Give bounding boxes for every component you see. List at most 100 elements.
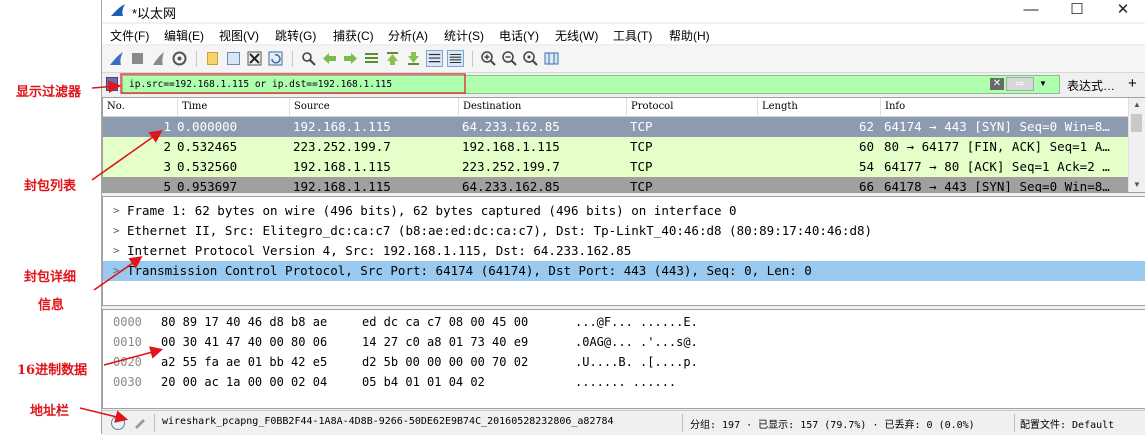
expand-arrow-icon[interactable]: >: [113, 261, 120, 281]
menu-view[interactable]: 视图(V): [219, 27, 259, 44]
packet-list-scrollbar[interactable]: ▲ ▼: [1128, 98, 1145, 192]
packet-row[interactable]: 3 0.532560 192.168.1.115 223.252.199.7 TCP 54…: [103, 157, 1129, 177]
zoom-out-icon[interactable]: [501, 50, 518, 67]
autoscroll-icon[interactable]: [426, 50, 443, 67]
annotation-packet-list: 封包列表: [24, 179, 77, 194]
hex-ascii[interactable]: .U....B. .[....p.: [575, 352, 698, 372]
expand-arrow-icon[interactable]: >: [113, 241, 120, 261]
expand-arrow-icon[interactable]: >: [113, 201, 120, 221]
maximize-button[interactable]: ☐: [1054, 0, 1100, 22]
capture-comment-icon[interactable]: [132, 415, 148, 431]
restart-capture-icon[interactable]: [150, 50, 167, 67]
minimize-button[interactable]: —: [1008, 0, 1054, 22]
menu-tools[interactable]: 工具(T): [613, 27, 652, 44]
hex-bytes-second[interactable]: ed dc ca c7 08 00 45 00: [362, 312, 528, 332]
go-forward-icon[interactable]: [342, 50, 359, 67]
menu-wireless[interactable]: 无线(W): [555, 27, 598, 44]
status-file-name: wireshark_pcapng_F0BB2F44-1A8A-4D8B-9266…: [162, 416, 614, 427]
packet-cell-info: 64174 → 443 [SYN] Seq=0 Win=8…: [884, 119, 1110, 134]
packet-bytes-pane: 0000 80 89 17 40 46 d8 b8 ae ed dc ca c7 0…: [102, 309, 1145, 409]
menu-edit[interactable]: 编辑(E): [164, 27, 204, 44]
hex-row: 0020 a2 55 fa ae 01 bb 42 e5 d2 5b 00 00 0…: [103, 352, 1143, 372]
menu-statistics[interactable]: 统计(S): [444, 27, 484, 44]
hex-ascii[interactable]: ...@F... ......E.: [575, 312, 698, 332]
hex-offset[interactable]: 0000: [113, 312, 142, 332]
colorize-icon[interactable]: [447, 50, 464, 67]
details-tree-item[interactable]: > Frame 1: 62 bytes on wire (496 bits), 6…: [103, 201, 1145, 221]
packet-cell-no: 3: [163, 159, 171, 174]
packet-row[interactable]: 5 0.953697 192.168.1.115 64.233.162.85 TCP 66…: [103, 177, 1129, 193]
hex-bytes-first[interactable]: 00 30 41 47 40 00 80 06: [161, 332, 327, 352]
display-filter-input[interactable]: ip.src==192.168.1.115 or ip.dst==192.168…: [122, 75, 1060, 94]
filter-history-dropdown-icon[interactable]: ▼: [1036, 77, 1050, 91]
hex-ascii[interactable]: .0AG@... .'...s@.: [575, 332, 698, 352]
expert-info-icon[interactable]: [110, 415, 126, 431]
hex-ascii[interactable]: ....... ......: [575, 372, 676, 392]
column-header-protocol[interactable]: Protocol: [626, 98, 757, 116]
zoom-in-icon[interactable]: [480, 50, 497, 67]
scroll-down-icon[interactable]: ▼: [1129, 178, 1145, 192]
close-file-icon[interactable]: [246, 50, 263, 67]
status-profile[interactable]: 配置文件: Default: [1020, 416, 1114, 431]
packet-list-header: No. Time Source Destination Protocol Len…: [103, 98, 1129, 117]
column-header-source[interactable]: Source: [289, 98, 458, 116]
hex-offset[interactable]: 0030: [113, 372, 142, 392]
packet-cell-length: 60: [858, 139, 874, 154]
zoom-normal-icon[interactable]: [522, 50, 539, 67]
filter-expression-button[interactable]: 表达式…: [1067, 77, 1115, 94]
packet-cell-destination: 64.233.162.85: [462, 119, 560, 134]
menu-help[interactable]: 帮助(H): [669, 27, 710, 44]
menu-go[interactable]: 跳转(G): [275, 27, 316, 44]
close-button[interactable]: ✕: [1100, 0, 1145, 22]
hex-bytes-second[interactable]: 05 b4 01 01 04 02: [362, 372, 485, 392]
go-last-icon[interactable]: [405, 50, 422, 67]
menu-telephony[interactable]: 电话(Y): [499, 27, 539, 44]
reload-file-icon[interactable]: [267, 50, 284, 67]
menu-analyze[interactable]: 分析(A): [388, 27, 428, 44]
details-tree-item[interactable]: > Transmission Control Protocol, Src Port…: [103, 261, 1145, 281]
stop-capture-icon[interactable]: [129, 50, 146, 67]
resize-columns-icon[interactable]: [543, 50, 560, 67]
packet-cell-source: 192.168.1.115: [293, 179, 391, 193]
details-tree-label: Ethernet II, Src: Elitegro_dc:ca:c7 (b8:…: [127, 223, 873, 238]
packet-cell-source: 223.252.199.7: [293, 139, 391, 154]
packet-cell-protocol: TCP: [630, 159, 653, 174]
column-header-no[interactable]: No.: [103, 98, 177, 116]
filter-apply-button[interactable]: ⇨: [1006, 77, 1034, 91]
go-first-icon[interactable]: [384, 50, 401, 67]
menu-capture[interactable]: 捕获(C): [333, 27, 374, 44]
column-header-destination[interactable]: Destination: [458, 98, 626, 116]
scrollbar-thumb[interactable]: [1131, 114, 1142, 132]
hex-bytes-first[interactable]: 80 89 17 40 46 d8 b8 ae: [161, 312, 327, 332]
main-toolbar: [102, 46, 1145, 73]
hex-bytes-second[interactable]: 14 27 c0 a8 01 73 40 e9: [362, 332, 528, 352]
menu-bar: 文件(F) 编辑(E) 视图(V) 跳转(G) 捕获(C) 分析(A) 统计(S…: [102, 24, 1145, 44]
packet-cell-time: 0.532560: [177, 159, 238, 174]
column-header-time[interactable]: Time: [177, 98, 289, 116]
hex-bytes-first[interactable]: a2 55 fa ae 01 bb 42 e5: [161, 352, 327, 372]
details-tree-item[interactable]: > Internet Protocol Version 4, Src: 192.1…: [103, 241, 1145, 261]
open-file-icon[interactable]: [204, 50, 221, 67]
hex-bytes-second[interactable]: d2 5b 00 00 00 00 70 02: [362, 352, 528, 372]
capture-options-icon[interactable]: [171, 50, 188, 67]
details-tree-item[interactable]: > Ethernet II, Src: Elitegro_dc:ca:c7 (b8…: [103, 221, 1145, 241]
save-file-icon[interactable]: [225, 50, 242, 67]
go-back-icon[interactable]: [321, 50, 338, 67]
column-header-info[interactable]: Info: [880, 98, 1129, 116]
packet-row[interactable]: 2 0.532465 223.252.199.7 192.168.1.115 TCP 60…: [103, 137, 1129, 157]
filter-clear-button[interactable]: ✕: [990, 78, 1004, 90]
go-to-packet-icon[interactable]: [363, 50, 380, 67]
hex-bytes-first[interactable]: 20 00 ac 1a 00 00 02 04: [161, 372, 327, 392]
menu-file[interactable]: 文件(F): [110, 27, 149, 44]
hex-offset[interactable]: 0020: [113, 352, 142, 372]
column-header-length[interactable]: Length: [757, 98, 880, 116]
hex-offset[interactable]: 0010: [113, 332, 142, 352]
find-packet-icon[interactable]: [300, 50, 317, 67]
packet-cell-time: 0.000000: [177, 119, 238, 134]
add-filter-button[interactable]: +: [1128, 75, 1137, 92]
expand-arrow-icon[interactable]: >: [113, 221, 120, 241]
start-capture-icon[interactable]: [108, 50, 125, 67]
scroll-up-icon[interactable]: ▲: [1129, 98, 1145, 112]
packet-row[interactable]: 1 0.000000 192.168.1.115 64.233.162.85 TCP 62…: [103, 117, 1129, 137]
filter-bookmark-icon[interactable]: [106, 77, 118, 91]
